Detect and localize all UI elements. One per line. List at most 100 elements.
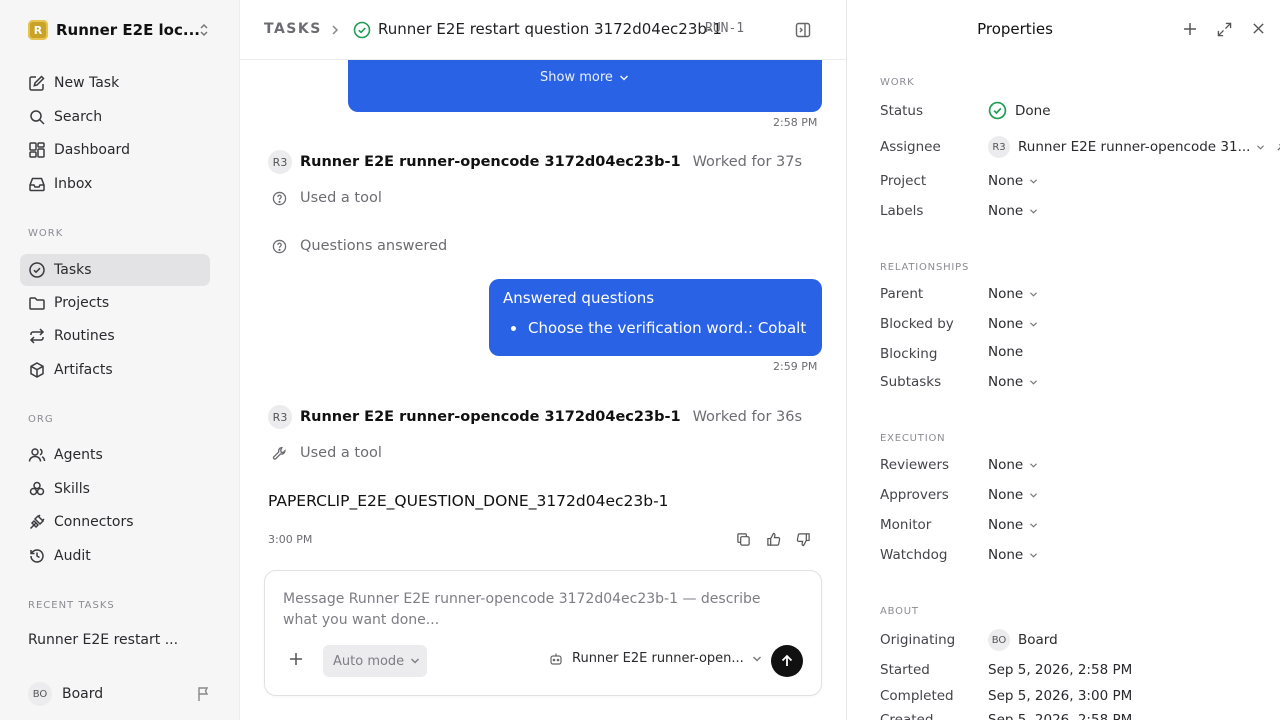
- nav-label: Audit: [54, 548, 91, 564]
- status-label: Status: [880, 103, 924, 119]
- project-field[interactable]: None: [988, 173, 1038, 189]
- workspace-name: Runner E2E loc...: [56, 21, 200, 39]
- nav-label: Projects: [54, 295, 110, 311]
- avatar: R3: [988, 136, 1010, 158]
- blocked-by-value: None: [988, 316, 1024, 332]
- sidebar-panel-icon[interactable]: [795, 22, 811, 38]
- nav-projects[interactable]: Projects: [20, 287, 210, 319]
- answered-questions-bubble: Answered questions Choose the verificati…: [489, 279, 822, 356]
- send-button[interactable]: [771, 645, 803, 677]
- flag-icon[interactable]: [196, 686, 212, 702]
- nav-agents[interactable]: Agents: [20, 439, 210, 471]
- assignee-field[interactable]: R3 Runner E2E runner-opencode 31...: [988, 136, 1280, 158]
- nav-dashboard[interactable]: Dashboard: [20, 134, 210, 166]
- message-composer: Auto mode Runner E2E runner-open...: [264, 570, 822, 696]
- copy-icon[interactable]: [728, 532, 758, 547]
- nav-routines[interactable]: Routines: [20, 320, 210, 352]
- nav-audit[interactable]: Audit: [20, 540, 210, 572]
- circle-check-icon: [28, 261, 46, 279]
- chevron-down-icon: [1030, 552, 1038, 558]
- answered-questions-title: Answered questions: [503, 289, 655, 307]
- question-circle-icon: [272, 239, 287, 253]
- nav-label: Routines: [54, 328, 115, 344]
- section-org-heading: ORG: [28, 414, 54, 425]
- nav-skills[interactable]: Skills: [20, 473, 210, 505]
- questions-answered-item[interactable]: Questions answered: [272, 238, 447, 254]
- originating-field[interactable]: BO Board: [988, 629, 1058, 651]
- inbox-icon: [28, 175, 46, 193]
- show-more-label: Show more: [540, 70, 613, 85]
- reviewers-field[interactable]: None: [988, 457, 1038, 473]
- nav-label: Inbox: [54, 176, 93, 192]
- chevron-down-icon: [752, 656, 761, 661]
- avatar: BO: [988, 629, 1010, 651]
- created-label: Created: [880, 712, 934, 720]
- nav-new-task[interactable]: New Task: [20, 67, 210, 99]
- nav-label: New Task: [54, 75, 120, 91]
- agent-select[interactable]: Runner E2E runner-open...: [549, 651, 762, 666]
- monitor-field[interactable]: None: [988, 517, 1038, 533]
- section-execution-heading: EXECUTION: [880, 433, 946, 444]
- chevron-down-icon: [1030, 462, 1038, 468]
- chevron-down-icon: [619, 74, 628, 81]
- box-icon: [28, 361, 46, 379]
- labels-field[interactable]: None: [988, 203, 1038, 219]
- breadcrumb-tasks[interactable]: TASKS: [264, 21, 322, 37]
- arrow-up-icon: [781, 654, 793, 666]
- recent-task-item[interactable]: Runner E2E restart ...: [28, 632, 178, 648]
- subtasks-field[interactable]: None: [988, 374, 1038, 390]
- blocking-label: Blocking: [880, 346, 938, 362]
- show-more-button[interactable]: Show more: [540, 70, 629, 85]
- status-field[interactable]: Done: [988, 101, 1051, 120]
- nav-connectors[interactable]: Connectors: [20, 506, 210, 538]
- agent-result-text: PAPERCLIP_E2E_QUESTION_DONE_3172d04ec23b…: [268, 492, 669, 510]
- approvers-field[interactable]: None: [988, 487, 1038, 503]
- watchdog-field[interactable]: None: [988, 547, 1038, 563]
- chevron-down-icon: [1030, 321, 1038, 327]
- plug-icon: [28, 513, 46, 531]
- watchdog-value: None: [988, 547, 1024, 563]
- started-label: Started: [880, 662, 930, 678]
- message-input[interactable]: [283, 589, 783, 637]
- agent-name: Runner E2E runner-opencode 3172d04ec23b-…: [300, 409, 681, 425]
- bot-icon: [550, 653, 562, 665]
- history-icon: [28, 547, 46, 565]
- tool-call-item[interactable]: Used a tool: [272, 190, 382, 206]
- workspace-logo: R: [28, 20, 48, 40]
- project-value: None: [988, 173, 1024, 189]
- questions-answered-label: Questions answered: [300, 238, 448, 254]
- dashboard-icon: [28, 141, 46, 159]
- parent-field[interactable]: None: [988, 286, 1038, 302]
- expand-icon[interactable]: [1217, 22, 1232, 37]
- chevron-down-icon: [1030, 379, 1038, 385]
- close-icon[interactable]: [1252, 22, 1265, 35]
- conversation-thread[interactable]: Show more 2:58 PM R3 Runner E2E runner-o…: [240, 60, 846, 720]
- nav-inbox[interactable]: Inbox: [20, 168, 210, 200]
- folder-icon: [28, 294, 46, 312]
- assignee-label: Assignee: [880, 139, 941, 155]
- message-timestamp: 2:58 PM: [773, 116, 818, 129]
- tool-call-item[interactable]: Used a tool: [272, 445, 382, 461]
- agent-select-label: Runner E2E runner-open...: [572, 651, 744, 666]
- user-menu[interactable]: BO Board: [28, 682, 103, 706]
- skills-icon: [28, 480, 46, 498]
- nav-artifacts[interactable]: Artifacts: [20, 354, 210, 386]
- nav-search[interactable]: Search: [20, 101, 210, 133]
- message-timestamp: 3:00 PM: [268, 533, 313, 546]
- wrench-icon: [272, 446, 286, 460]
- nav-label: Agents: [54, 447, 103, 463]
- section-work-heading: WORK: [28, 228, 64, 239]
- external-link-icon[interactable]: [1276, 143, 1280, 152]
- section-recent-heading: RECENT TASKS: [28, 600, 115, 611]
- tool-call-label: Used a tool: [300, 445, 382, 461]
- plus-icon[interactable]: [289, 652, 303, 666]
- blocked-by-field[interactable]: None: [988, 316, 1038, 332]
- workspace-switcher[interactable]: R Runner E2E loc...: [28, 18, 212, 42]
- nav-tasks[interactable]: Tasks: [20, 254, 210, 286]
- mode-select[interactable]: Auto mode: [323, 645, 427, 677]
- agent-avatar: R3: [268, 150, 292, 174]
- thumbs-up-icon[interactable]: [758, 532, 788, 547]
- avatar: BO: [28, 682, 52, 706]
- plus-icon[interactable]: [1183, 22, 1197, 36]
- thumbs-down-icon[interactable]: [788, 532, 818, 547]
